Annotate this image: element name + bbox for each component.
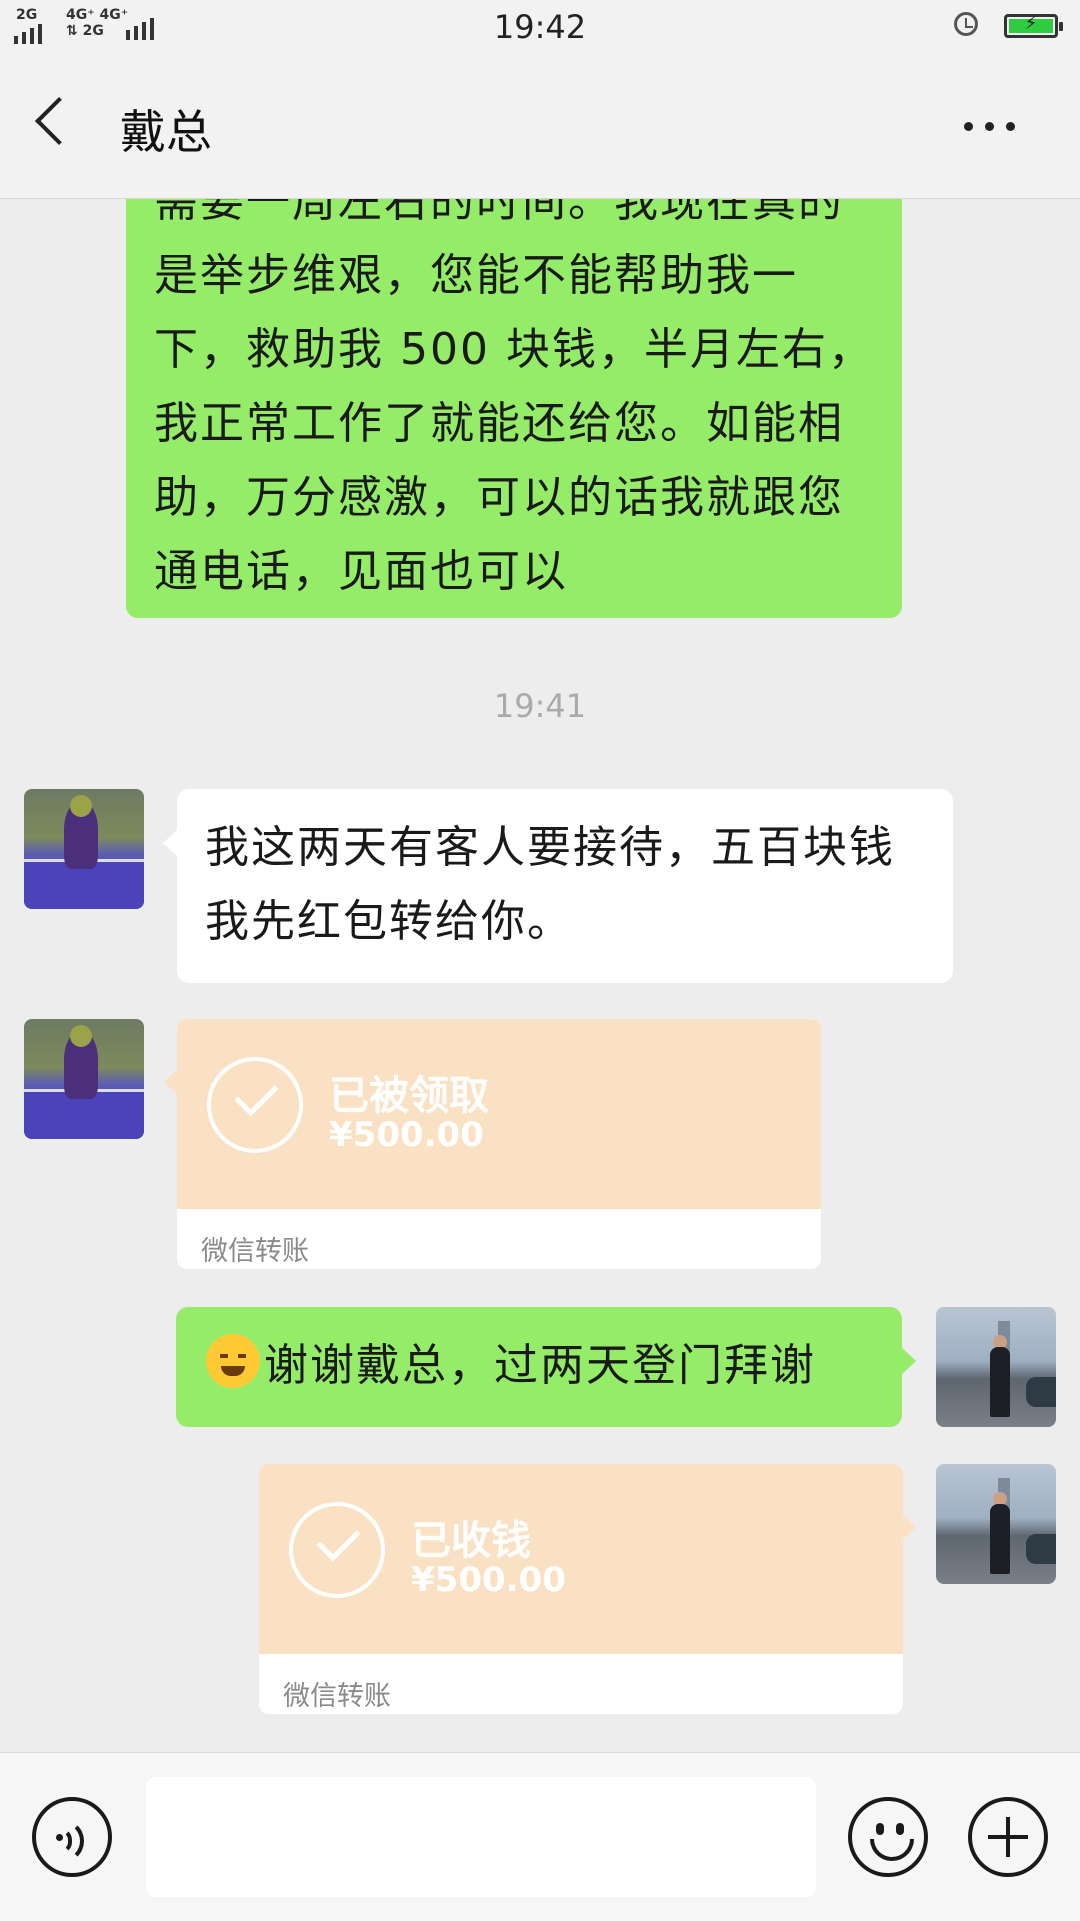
alarm-icon (954, 12, 978, 36)
message-timestamp: 19:41 (493, 687, 587, 725)
contact-avatar[interactable] (24, 1019, 144, 1139)
message-input[interactable] (146, 1777, 816, 1897)
contact-avatar[interactable] (24, 789, 144, 909)
more-options-icon[interactable] (964, 122, 1015, 131)
chat-area[interactable]: 需要一周左右的时间。我现在真的是举步维艰，您能不能帮助我一下，救助我 500 块… (0, 199, 1080, 1752)
transfer-footer: 微信转账 (283, 1681, 391, 1712)
transfer-status: 已被领取 (329, 1073, 489, 1119)
transfer-footer: 微信转账 (201, 1236, 309, 1267)
input-bar (0, 1752, 1080, 1921)
chat-title: 戴总 (120, 105, 212, 159)
transfer-card-received[interactable]: 已被领取 ¥500.00 微信转账 (164, 1019, 821, 1269)
message-bubble-mine[interactable]: 谢谢戴总，过两天登门拜谢 (176, 1307, 916, 1427)
battery-icon: ⚡ (1004, 13, 1063, 38)
emoji-picker-icon[interactable] (848, 1797, 928, 1877)
check-circle-icon (289, 1502, 385, 1598)
check-circle-icon (207, 1057, 303, 1153)
more-functions-plus-icon[interactable] (968, 1797, 1048, 1877)
message-text: 我这两天有客人要接待，五百块钱我先红包转给你。 (205, 822, 895, 947)
transfer-amount: ¥500.00 (411, 1560, 566, 1600)
my-avatar[interactable] (936, 1464, 1056, 1584)
voice-input-icon[interactable] (32, 1797, 112, 1877)
status-time: 19:42 (493, 8, 587, 46)
transfer-status: 已收钱 (411, 1518, 531, 1564)
transfer-amount: ¥500.00 (329, 1115, 484, 1155)
message-bubble-contact[interactable]: 我这两天有客人要接待，五百块钱我先红包转给你。 (163, 789, 953, 983)
message-bubble-mine[interactable]: 需要一周左右的时间。我现在真的是举步维艰，您能不能帮助我一下，救助我 500 块… (126, 199, 902, 618)
crying-emoji-icon (206, 1334, 260, 1388)
transfer-card-accepted[interactable]: 已收钱 ¥500.00 微信转账 (259, 1464, 916, 1714)
status-bar: 2G 4G⁺ 4G⁺ ⇅ 2G 19:42 ⚡ (0, 0, 1080, 58)
nav-bar: 戴总 (0, 58, 1080, 199)
back-arrow-icon[interactable] (34, 96, 84, 146)
message-text: 谢谢戴总，过两天登门拜谢 (264, 1340, 816, 1391)
message-text: 需要一周左右的时间。我现在真的是举步维艰，您能不能帮助我一下，救助我 500 块… (154, 199, 874, 597)
my-avatar[interactable] (936, 1307, 1056, 1427)
